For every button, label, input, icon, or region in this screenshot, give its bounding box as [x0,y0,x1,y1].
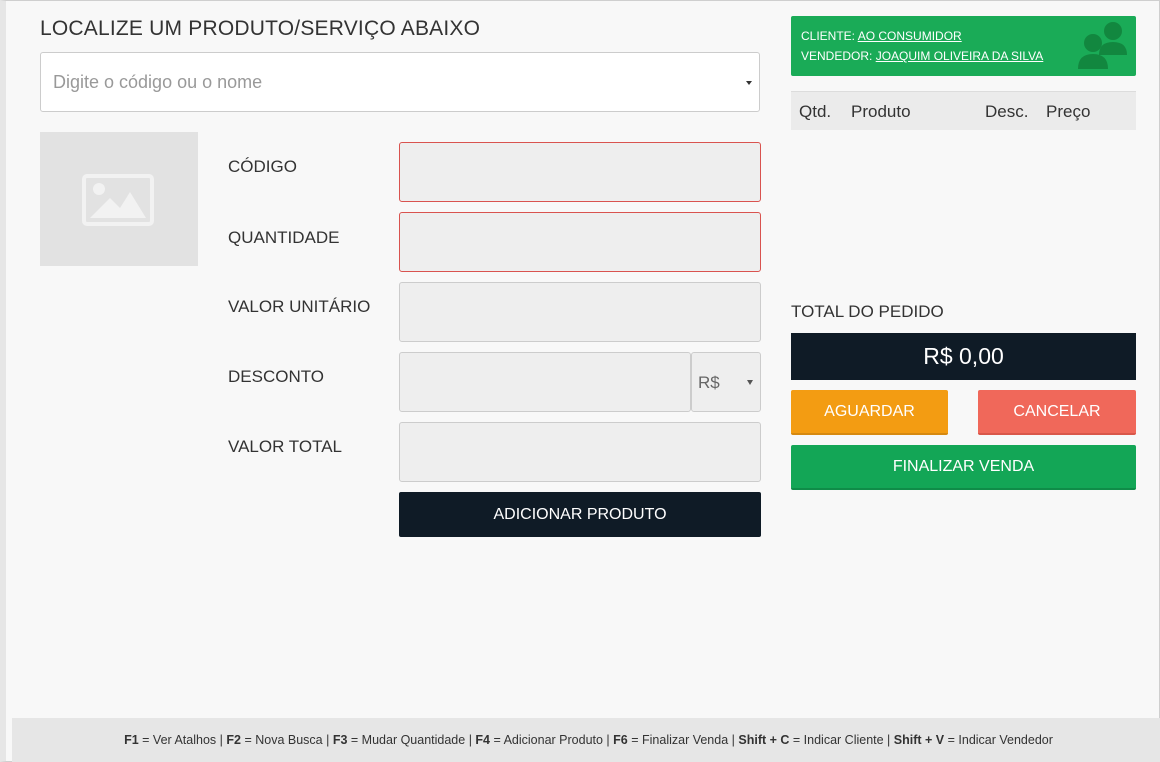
cancel-button[interactable]: CANCELAR [978,390,1136,435]
chevron-down-icon[interactable] [746,81,752,85]
column-discount: Desc. [985,102,1029,121]
shortcut-item: F2 = Nova Busca [226,733,323,747]
order-total-label: TOTAL DO PEDIDO [791,302,944,321]
discount-type-value: R$ [698,373,720,392]
cart-table-header: Qtd. Produto Desc. Preço [791,91,1136,130]
pos-window: LOCALIZE UM PRODUTO/SERVIÇO ABAIXO CÓDIG… [0,0,1160,762]
users-icon [1078,22,1127,69]
add-product-button[interactable]: ADICIONAR PRODUTO [399,492,761,537]
quantity-label: QUANTIDADE [228,228,340,247]
shortcuts-footer: F1 = Ver Atalhos | F2 = Nova Busca | F3 … [12,718,1160,762]
shortcut-item: Shift + C = Indicar Cliente [738,733,884,747]
discount-type-select[interactable]: R$ [691,352,761,412]
total-value-label: VALOR TOTAL [228,437,343,456]
client-label: CLIENTE: [801,29,856,43]
product-image-placeholder [40,132,198,266]
seller-line: VENDEDOR: JOAQUIM OLIVEIRA DA SILVA [801,49,1043,63]
chevron-down-icon [747,380,753,385]
client-line: CLIENTE: AO CONSUMIDOR [801,29,962,43]
client-info-box: CLIENTE: AO CONSUMIDOR VENDEDOR: JOAQUIM… [791,16,1136,76]
seller-label: VENDEDOR: [801,49,873,63]
shortcut-item: F3 = Mudar Quantidade [332,733,466,747]
code-input[interactable] [399,142,761,202]
product-search-input[interactable] [41,53,759,111]
discount-label: DESCONTO [228,367,325,386]
unit-value-label: VALOR UNITÁRIO [228,297,371,316]
discount-input[interactable] [399,352,691,412]
shortcut-item: Shift + V = Indicar Vendedor [893,733,1053,747]
quantity-input[interactable] [399,212,761,272]
column-price: Preço [1046,102,1091,121]
product-search-select[interactable] [40,52,760,112]
total-value-input[interactable] [399,422,761,482]
column-quantity: Qtd. [799,102,832,121]
code-label: CÓDIGO [228,157,297,176]
client-link[interactable]: AO CONSUMIDOR [858,29,962,43]
wait-button[interactable]: AGUARDAR [791,390,948,435]
shortcut-item: F4 = Adicionar Produto [475,733,603,747]
image-icon [82,174,154,226]
seller-link[interactable]: JOAQUIM OLIVEIRA DA SILVA [876,49,1044,63]
order-total-value: R$ 0,00 [791,333,1136,380]
column-product: Produto [851,102,911,121]
search-title: LOCALIZE UM PRODUTO/SERVIÇO ABAIXO [40,17,481,40]
unit-value-input[interactable] [399,282,761,342]
shortcut-item: F6 = Finalizar Venda [613,733,729,747]
shortcut-item: F1 = Ver Atalhos [124,733,217,747]
finish-sale-button[interactable]: FINALIZAR VENDA [791,445,1136,490]
